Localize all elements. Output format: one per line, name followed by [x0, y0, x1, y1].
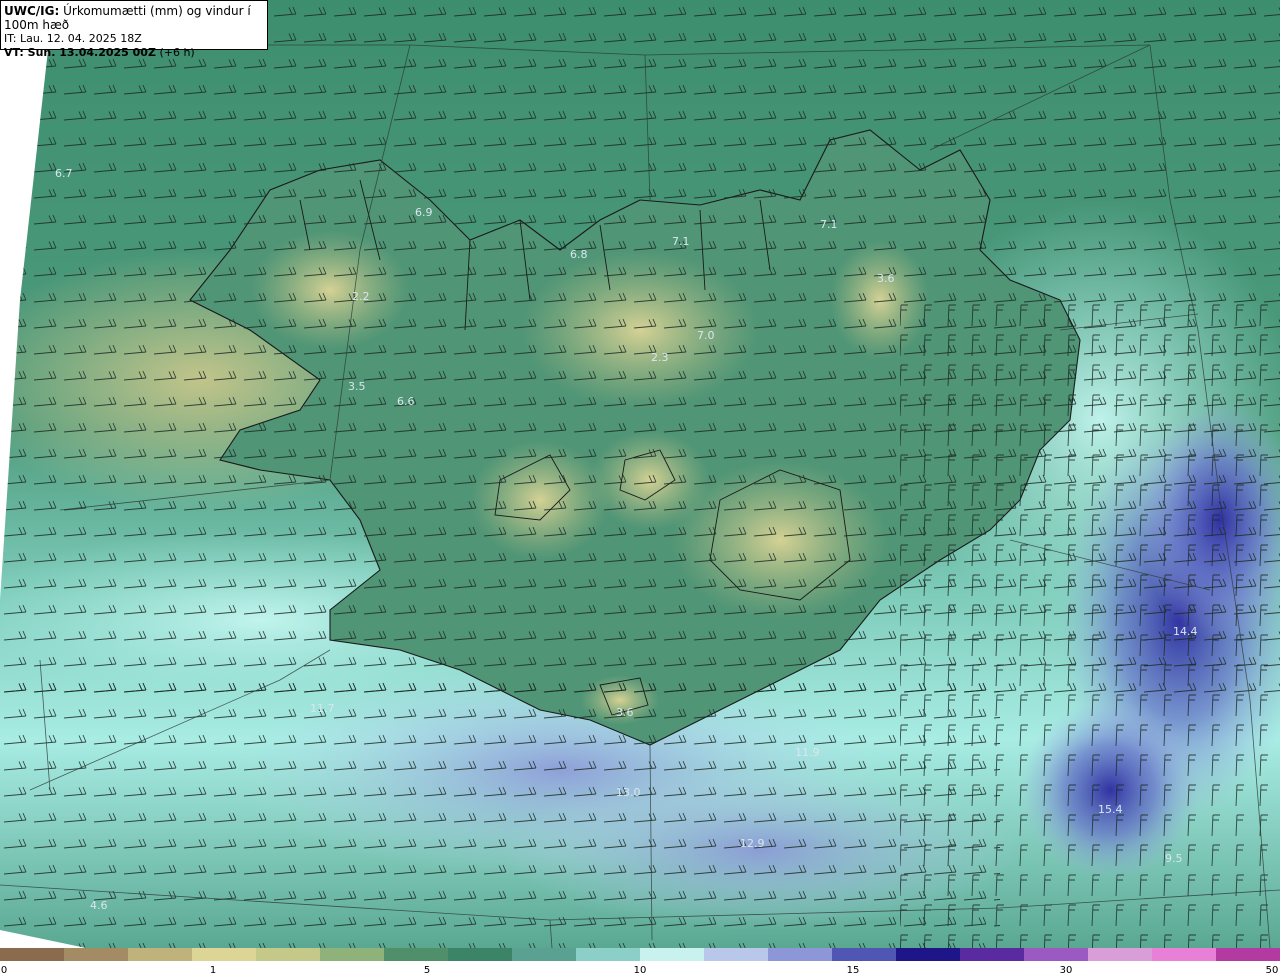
- colorbar-segment: [640, 948, 704, 961]
- map-value: 9.5: [1165, 852, 1183, 865]
- colorbar-segment: [1216, 948, 1280, 961]
- init-time: IT: Lau. 12. 04. 2025 18Z: [4, 32, 142, 45]
- map-title-line: UWC/IG: Úrkomumætti (mm) og vindur í 100…: [4, 4, 267, 32]
- colorbar-segment: [896, 948, 960, 961]
- map-value: 6.9: [415, 206, 433, 219]
- colorbar-segment: [768, 948, 832, 961]
- map-value: 12.9: [740, 837, 765, 850]
- colorbar-segment: [1152, 948, 1216, 961]
- precipitation-colorbar: 0 1 5 10 15 30 50: [0, 948, 1280, 978]
- map-value: 6.7: [55, 167, 73, 180]
- colorbar-segment: [704, 948, 768, 961]
- map-value: 7.1: [820, 218, 838, 231]
- colorbar-segment: [320, 948, 384, 961]
- forecast-step: (+6 h): [159, 46, 195, 59]
- map-value: 14.4: [1173, 625, 1198, 638]
- map-value: 7.1: [672, 235, 690, 248]
- map-info-box: UWC/IG: Úrkomumætti (mm) og vindur í 100…: [0, 0, 268, 59]
- colorbar-segment: [960, 948, 1024, 961]
- map-value: 7.0: [697, 329, 715, 342]
- map-value: 4.6: [90, 899, 108, 912]
- colorbar-tick-label: 10: [633, 965, 647, 976]
- colorbar-segment: [512, 948, 576, 961]
- map-value: 2.2: [352, 290, 370, 303]
- colorbar-segment: [1088, 948, 1152, 961]
- product-code: UWC/IG:: [4, 4, 60, 18]
- colorbar-segment: [256, 948, 320, 961]
- colorbar-tick-label: 30: [1059, 965, 1073, 976]
- colorbar-tick-label: 50: [1265, 965, 1279, 976]
- colorbar-segment: [192, 948, 256, 961]
- colorbar-tick-label: 1: [209, 965, 217, 976]
- map-value: 11.7: [310, 702, 335, 715]
- valid-time-line: VT: Sun. 13.04.2025 00Z (+6 h): [4, 46, 267, 60]
- colorbar-segment: [1024, 948, 1088, 961]
- precipitation-wind-map: 6.7 6.9 6.8 7.1 7.1 3.6 2.2 7.0 2.3 3.5 …: [0, 0, 1280, 948]
- map-value: 3.6: [616, 706, 634, 719]
- map-value: 15.4: [1098, 803, 1123, 816]
- colorbar-tick-label: 5: [423, 965, 431, 976]
- colorbar-segment: [0, 948, 64, 961]
- map-value: 11.9: [795, 746, 820, 759]
- colorbar-tick-label: 0: [0, 965, 8, 976]
- map-value: 2.3: [651, 351, 669, 364]
- colorbar-strip: [0, 948, 1280, 961]
- colorbar-segment: [128, 948, 192, 961]
- colorbar-segment: [448, 948, 512, 961]
- map-value: 3.5: [348, 380, 366, 393]
- map-value: 6.6: [397, 395, 415, 408]
- colorbar-segment: [384, 948, 448, 961]
- colorbar-segment: [576, 948, 640, 961]
- map-value: 3.6: [877, 272, 895, 285]
- colorbar-segment: [832, 948, 896, 961]
- colorbar-segment: [64, 948, 128, 961]
- map-value: 6.8: [570, 248, 588, 261]
- forecast-map: 6.7 6.9 6.8 7.1 7.1 3.6 2.2 7.0 2.3 3.5 …: [0, 0, 1280, 948]
- colorbar-tick-label: 15: [846, 965, 860, 976]
- valid-time: VT: Sun. 13.04.2025 00Z: [4, 46, 156, 59]
- map-value: 13.0: [616, 786, 641, 799]
